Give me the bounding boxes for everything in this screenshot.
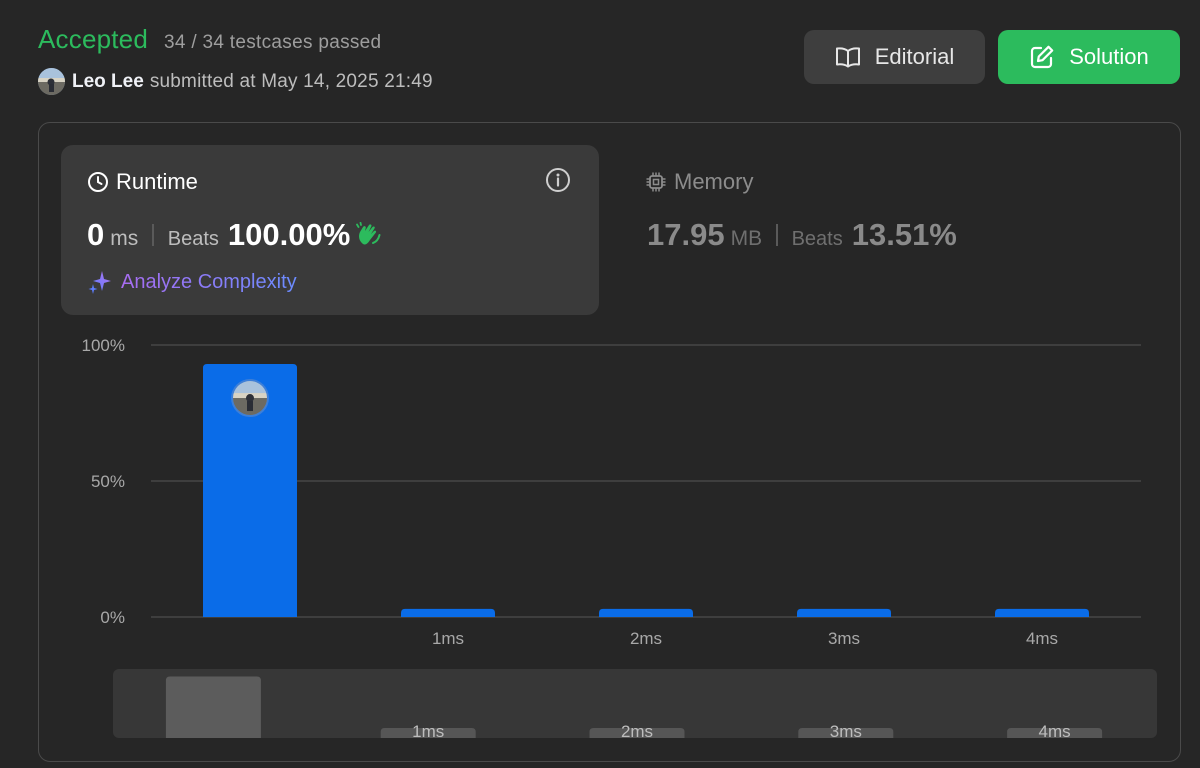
navigator-tick-label: 1ms [412,722,444,741]
chart-bar [995,608,1089,617]
chart-bar [401,608,495,617]
y-tick-label: 0% [100,608,125,627]
x-tick-label: 4ms [1026,629,1058,648]
bar-avatar-marker [231,379,269,418]
runtime-distribution-chart[interactable]: 100% 50% 0% 1ms 2ms 3ms 4ms 1ms 2ms 3ms 4ms [39,123,1179,759]
submitted-timestamp: submitted at May 14, 2025 21:49 [149,70,433,92]
navigator-tick-label: 3ms [830,722,862,741]
submitter-line: Leo Lee submitted at May 14, 2025 21:49 [38,68,433,95]
book-icon [835,47,860,68]
x-tick-label: 2ms [630,629,662,648]
y-tick-label: 50% [91,472,125,491]
x-tick-label: 1ms [432,629,464,648]
chart-bar [797,608,891,617]
submission-header: Accepted 34 / 34 testcases passed Leo Le… [38,22,1180,102]
avatar[interactable] [38,68,65,95]
status-accepted: Accepted [38,24,149,54]
edit-icon [1031,45,1054,69]
y-tick-label: 100% [82,336,125,355]
solution-label: Solution [1069,44,1149,69]
editorial-label: Editorial [874,44,955,69]
x-tick-label: 3ms [828,629,860,648]
testcases-passed: 34 / 34 testcases passed [164,32,382,53]
results-panel: Runtime 0 ms Beats 100.00% Analyze Compl… [38,122,1181,762]
status-line: Accepted 34 / 34 testcases passed [38,24,381,55]
chart-bar [599,608,693,617]
solution-button[interactable]: Solution [998,30,1180,84]
navigator-bar [165,676,261,738]
user-name[interactable]: Leo Lee [72,71,144,93]
navigator-tick-label: 2ms [621,722,653,741]
navigator-tick-label: 4ms [1039,722,1071,741]
editorial-button[interactable]: Editorial [804,30,985,84]
